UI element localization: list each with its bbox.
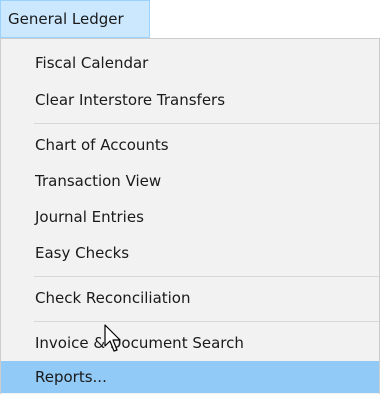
arrow-cursor-icon: [104, 324, 121, 352]
menu-separator: [34, 321, 379, 322]
menu-item-clear-interstore-transfers[interactable]: Clear Interstore Transfers: [1, 84, 379, 116]
general-ledger-dropdown-menu: Fiscal Calendar Clear Interstore Transfe…: [0, 38, 380, 394]
menu-item-transaction-view[interactable]: Transaction View: [1, 165, 379, 197]
menu-item-check-reconciliation[interactable]: Check Reconciliation: [1, 282, 379, 314]
menu-item-label: Check Reconciliation: [35, 289, 191, 307]
menu-item-label: Invoice & Document Search: [35, 334, 244, 352]
menu-item-fiscal-calendar[interactable]: Fiscal Calendar: [1, 47, 379, 79]
menu-item-easy-checks[interactable]: Easy Checks: [1, 237, 379, 269]
menu-item-label: Transaction View: [35, 172, 162, 190]
menubar-general-ledger-label: General Ledger: [8, 10, 124, 28]
menu-item-chart-of-accounts[interactable]: Chart of Accounts: [1, 129, 379, 161]
menu-item-label: Clear Interstore Transfers: [35, 91, 226, 109]
menubar-general-ledger[interactable]: General Ledger: [0, 0, 150, 38]
menu-item-label: Easy Checks: [35, 244, 130, 262]
menu-item-label: Journal Entries: [35, 208, 144, 226]
menu-item-label: Reports...: [35, 368, 107, 386]
menu-item-journal-entries[interactable]: Journal Entries: [1, 201, 379, 233]
menu-item-label: Chart of Accounts: [35, 136, 169, 154]
menu-separator: [34, 276, 379, 277]
menu-item-label: Fiscal Calendar: [35, 54, 149, 72]
menu-item-invoice-document-search[interactable]: Invoice & Document Search: [1, 327, 379, 359]
menu-separator: [34, 123, 379, 124]
menu-item-reports[interactable]: Reports...: [1, 361, 379, 393]
